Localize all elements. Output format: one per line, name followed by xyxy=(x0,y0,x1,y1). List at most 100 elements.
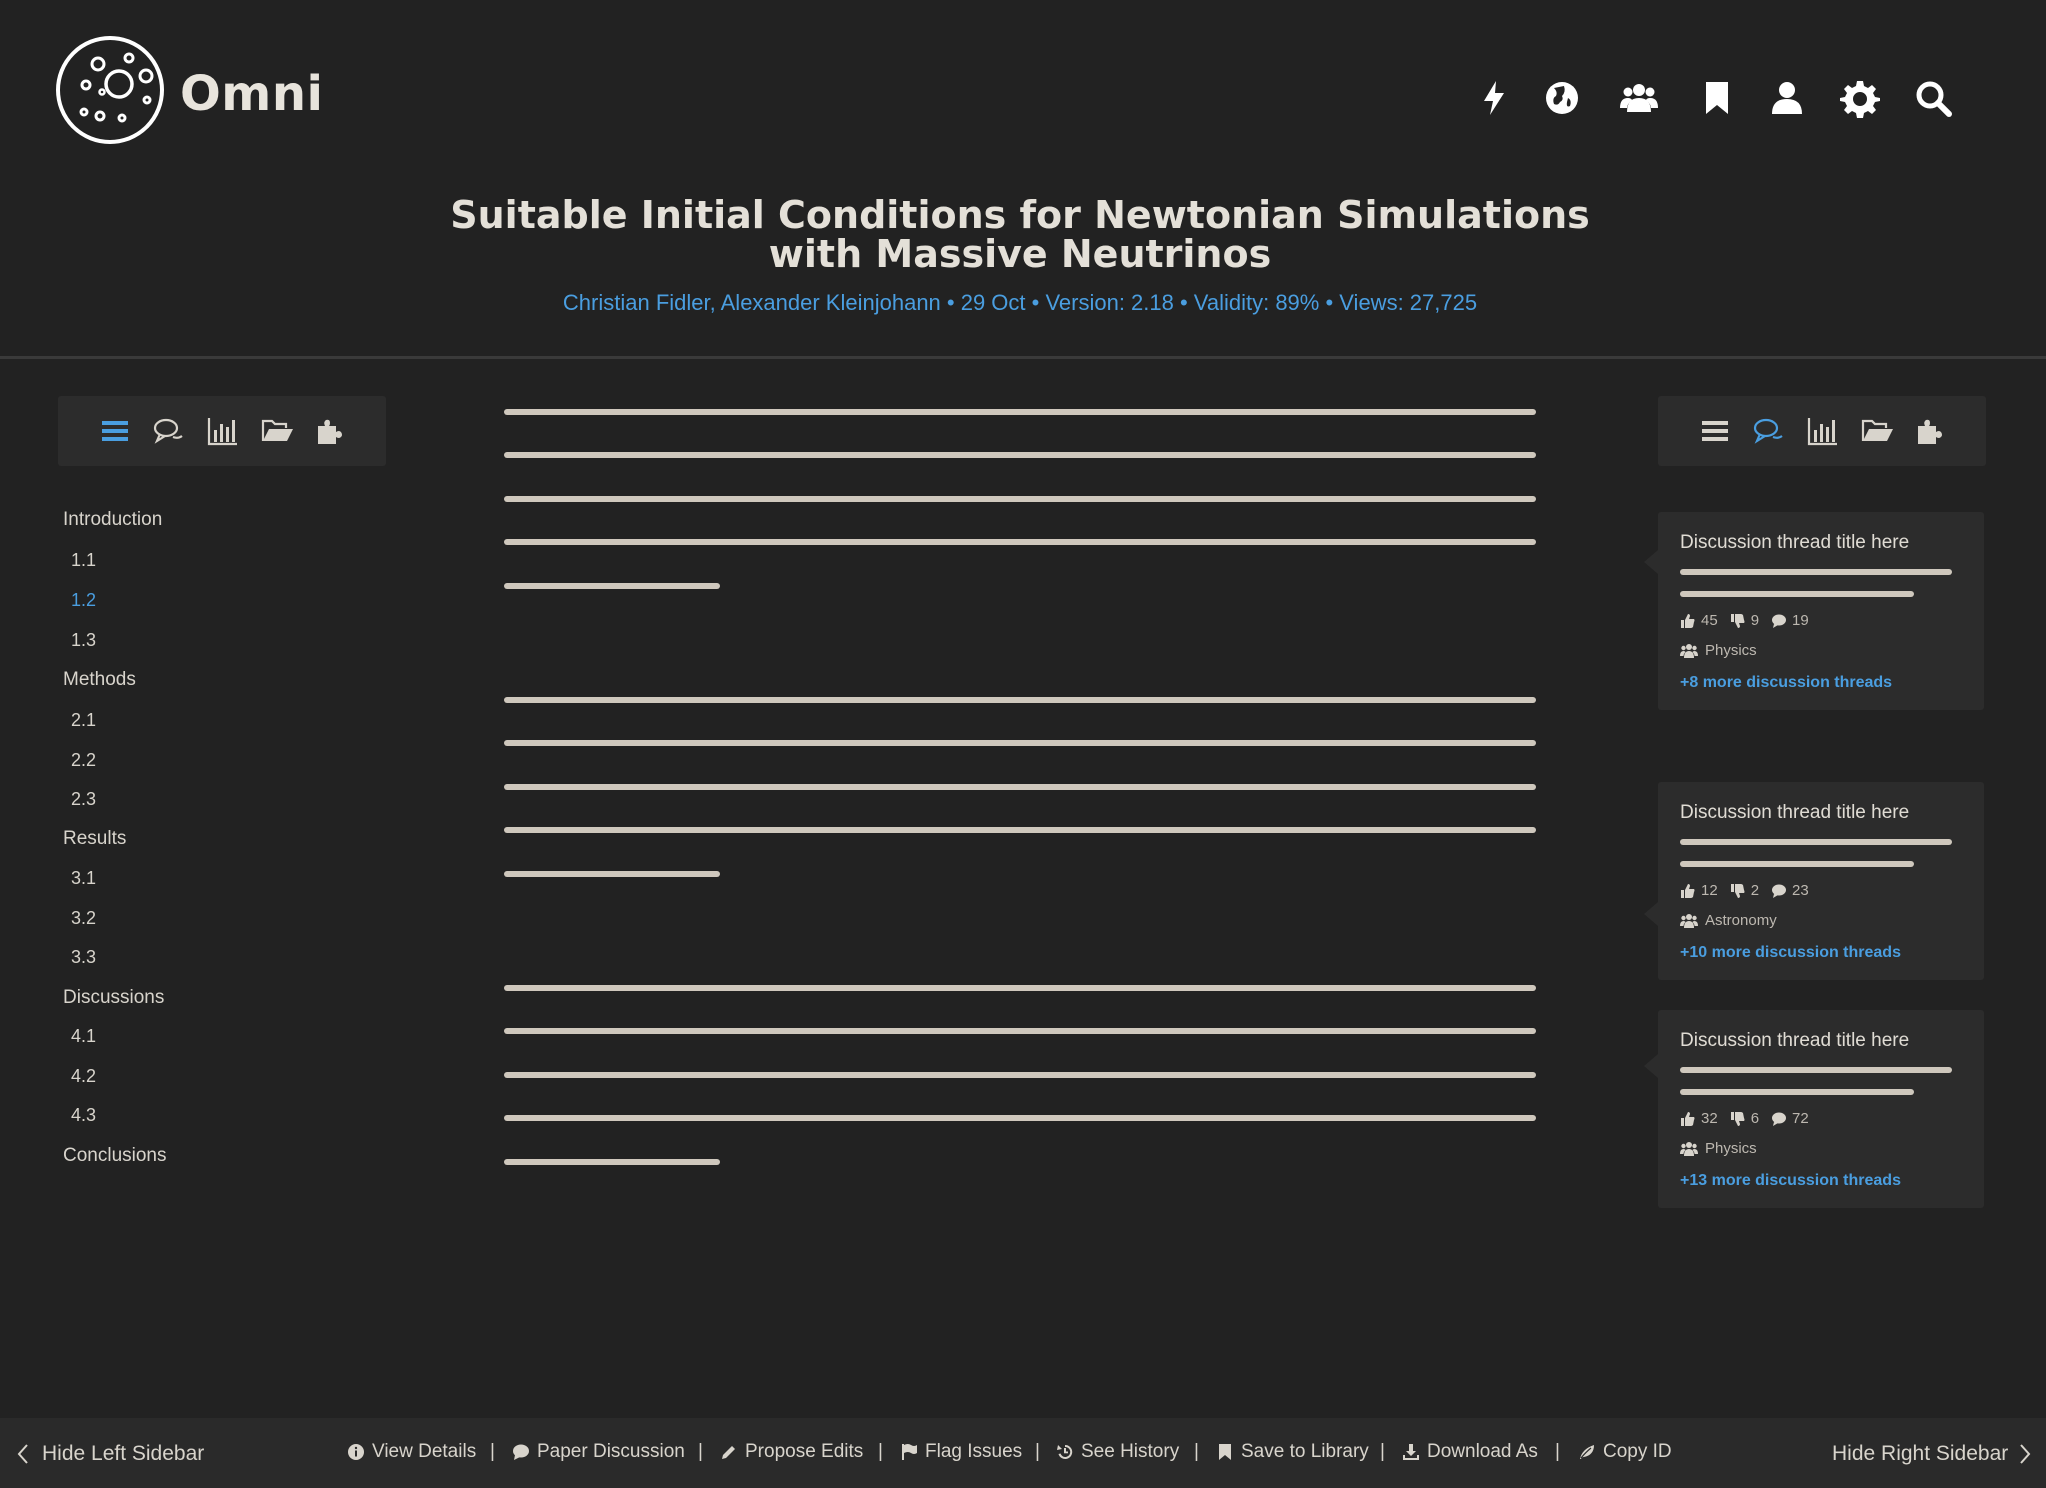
paper-discussion-button[interactable]: Paper Discussion xyxy=(512,1441,685,1463)
toc-subsection[interactable]: 3.2 xyxy=(71,908,96,929)
upvote-stat[interactable]: 45 xyxy=(1680,612,1718,629)
discussion-card[interactable]: Discussion thread title here 32 6 72 Phy… xyxy=(1644,1010,1984,1208)
comments-icon[interactable] xyxy=(1752,414,1786,448)
comments-icon[interactable] xyxy=(152,414,186,448)
toc-section[interactable]: Discussions xyxy=(63,987,164,1009)
list-icon[interactable] xyxy=(1698,414,1732,448)
save-to-library-button[interactable]: Save to Library xyxy=(1216,1441,1369,1463)
toc-subsection[interactable]: 3.1 xyxy=(71,868,96,889)
downvote-stat[interactable]: 9 xyxy=(1730,612,1759,629)
downvote-count: 9 xyxy=(1750,612,1760,629)
user-icon[interactable] xyxy=(1767,78,1807,118)
text-line xyxy=(504,452,1536,458)
more-discussions-link[interactable]: +10 more discussion threads xyxy=(1680,944,1901,962)
bolt-icon[interactable] xyxy=(1474,78,1514,118)
paper-meta[interactable]: Christian Fidler, Alexander Kleinjohann … xyxy=(360,290,1680,316)
discussion-stats: 45 9 19 xyxy=(1680,612,1821,629)
copy-id-button[interactable]: Copy ID xyxy=(1578,1441,1672,1463)
puzzle-icon[interactable] xyxy=(1914,414,1948,448)
downvote-stat[interactable]: 6 xyxy=(1730,1110,1759,1127)
view-details-label: View Details xyxy=(372,1441,477,1462)
hide-left-sidebar-button[interactable]: Hide Left Sidebar xyxy=(16,1442,204,1466)
text-line xyxy=(504,1115,1536,1121)
toc-subsection[interactable]: 4.1 xyxy=(71,1026,96,1047)
upvote-stat[interactable]: 32 xyxy=(1680,1110,1718,1127)
toc-subsection[interactable]: 2.2 xyxy=(71,750,96,771)
downvote-stat[interactable]: 2 xyxy=(1730,882,1759,899)
text-line xyxy=(504,1072,1536,1078)
toc-subsection[interactable]: 1.3 xyxy=(71,630,96,651)
upvote-count: 12 xyxy=(1701,882,1718,899)
list-icon[interactable] xyxy=(98,414,132,448)
more-discussions-link[interactable]: +8 more discussion threads xyxy=(1680,674,1892,692)
more-discussions-link[interactable]: +13 more discussion threads xyxy=(1680,1172,1901,1190)
toc-subsection[interactable]: 1.2 xyxy=(71,590,96,611)
puzzle-icon[interactable] xyxy=(314,414,348,448)
upvote-stat[interactable]: 12 xyxy=(1680,882,1718,899)
bookmark-icon xyxy=(1219,1444,1231,1460)
search-icon[interactable] xyxy=(1913,78,1953,118)
discussion-card[interactable]: Discussion thread title here 12 2 23 Ast… xyxy=(1644,782,1984,980)
toc-subsection[interactable]: 1.1 xyxy=(71,550,96,571)
discussion-card[interactable]: Discussion thread title here 45 9 19 Phy… xyxy=(1644,512,1984,710)
folder-open-icon[interactable] xyxy=(1860,414,1894,448)
text-line xyxy=(1680,1067,1952,1073)
text-line xyxy=(504,1159,720,1165)
bar-chart-icon[interactable] xyxy=(206,414,240,448)
toc-subsection[interactable]: 4.2 xyxy=(71,1066,96,1087)
download-as-button[interactable]: Download As xyxy=(1402,1441,1538,1463)
discussion-topic: Physics xyxy=(1680,1140,1757,1157)
see-history-button[interactable]: See History xyxy=(1056,1441,1179,1463)
users-icon[interactable] xyxy=(1619,78,1659,118)
text-line xyxy=(1680,861,1914,867)
text-line xyxy=(504,409,1536,415)
history-icon xyxy=(1057,1444,1073,1459)
bar-chart-icon[interactable] xyxy=(1806,414,1840,448)
propose-edits-button[interactable]: Propose Edits xyxy=(720,1441,863,1463)
bookmark-icon[interactable] xyxy=(1697,78,1737,118)
globe-icon[interactable] xyxy=(1542,78,1582,118)
thumbs-down-icon xyxy=(1730,1111,1745,1126)
discussion-title[interactable]: Discussion thread title here xyxy=(1680,532,1909,554)
copy-id-label: Copy ID xyxy=(1603,1441,1672,1462)
toc-section[interactable]: Introduction xyxy=(63,509,162,531)
toc-subsection[interactable]: 3.3 xyxy=(71,947,96,968)
footer-separator: | xyxy=(1555,1441,1560,1462)
save-to-library-label: Save to Library xyxy=(1241,1441,1369,1462)
text-line xyxy=(504,871,720,877)
toc-subsection[interactable]: 2.1 xyxy=(71,710,96,731)
view-details-button[interactable]: View Details xyxy=(347,1441,476,1463)
toc-section[interactable]: Conclusions xyxy=(63,1145,167,1167)
text-line xyxy=(1680,591,1914,597)
download-icon xyxy=(1403,1444,1419,1460)
hide-right-sidebar-button[interactable]: Hide Right Sidebar xyxy=(1832,1442,2032,1466)
footer-separator: | xyxy=(878,1441,883,1462)
toc-subsection[interactable]: 4.3 xyxy=(71,1105,96,1126)
upvote-count: 32 xyxy=(1701,1110,1718,1127)
comment-count: 72 xyxy=(1792,1110,1809,1127)
flag-issues-button[interactable]: Flag Issues xyxy=(900,1441,1022,1463)
thumbs-down-icon xyxy=(1730,613,1745,628)
gear-icon[interactable] xyxy=(1840,78,1880,118)
app-name[interactable]: Omni xyxy=(180,66,323,122)
omni-logo[interactable] xyxy=(54,34,166,146)
comment-count: 19 xyxy=(1792,612,1809,629)
card-pointer xyxy=(1644,902,1658,926)
thumbs-up-icon xyxy=(1681,613,1695,628)
users-icon xyxy=(1680,643,1698,658)
discussion-title[interactable]: Discussion thread title here xyxy=(1680,1030,1909,1052)
folder-open-icon[interactable] xyxy=(260,414,294,448)
text-line xyxy=(504,539,1536,545)
toc-subsection[interactable]: 2.3 xyxy=(71,789,96,810)
pencil-icon xyxy=(722,1446,735,1459)
text-line xyxy=(504,784,1536,790)
toc-section[interactable]: Results xyxy=(63,828,126,850)
chevron-right-icon xyxy=(2020,1444,2031,1464)
header-divider xyxy=(0,356,2046,359)
discussion-title[interactable]: Discussion thread title here xyxy=(1680,802,1909,824)
toc-section[interactable]: Methods xyxy=(63,669,136,691)
comment-icon xyxy=(1772,884,1787,898)
thumbs-down-icon xyxy=(1730,883,1745,898)
info-icon xyxy=(348,1444,364,1460)
comment-icon xyxy=(1772,1112,1787,1126)
